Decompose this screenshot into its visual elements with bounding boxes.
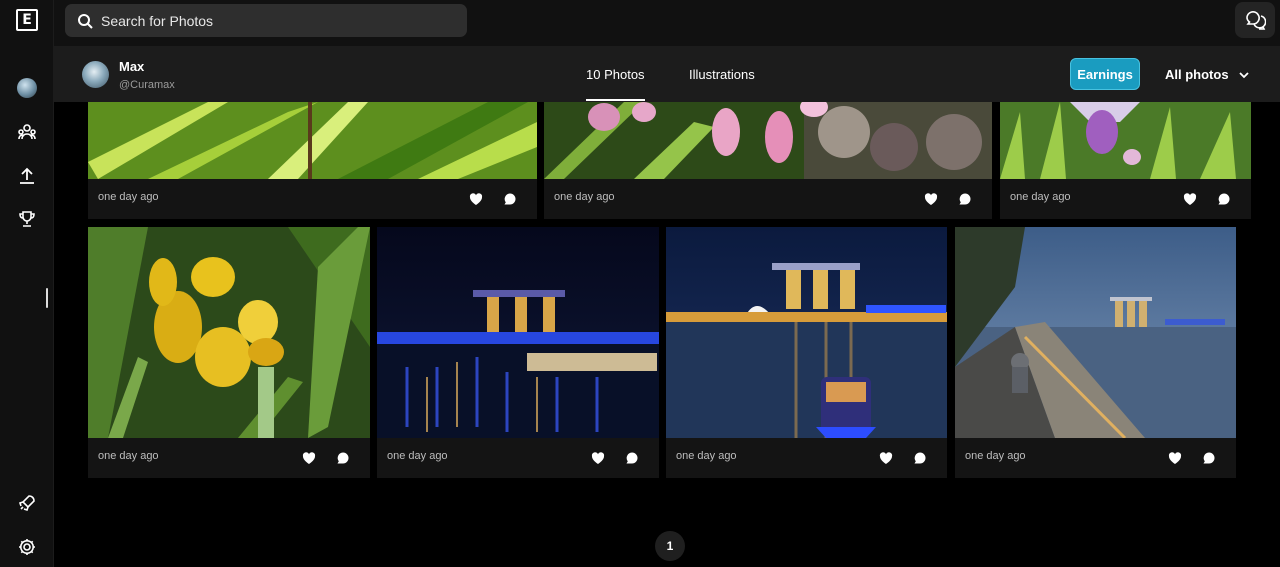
photo-card[interactable]: one day ago [544, 102, 992, 219]
comment-icon[interactable] [912, 450, 928, 466]
photo-image[interactable] [1000, 102, 1251, 179]
rocket-icon[interactable] [15, 491, 39, 515]
card-footer: one day ago [666, 438, 947, 478]
photo-image[interactable] [88, 102, 537, 179]
comment-icon[interactable] [335, 450, 351, 466]
photo-card[interactable]: one day ago [88, 102, 537, 219]
heart-icon[interactable] [878, 450, 894, 466]
upload-icon[interactable] [15, 164, 39, 188]
timestamp: one day ago [98, 450, 159, 462]
left-sidebar: E [0, 0, 54, 567]
photo-image[interactable] [955, 227, 1236, 438]
comment-icon[interactable] [624, 450, 640, 466]
profile-avatar[interactable] [82, 61, 109, 88]
filter-label: All photos [1165, 67, 1229, 82]
timestamp: one day ago [676, 450, 737, 462]
search-icon [78, 13, 93, 29]
card-footer: one day ago [1000, 179, 1251, 219]
messages-button[interactable] [1235, 2, 1275, 38]
heart-icon[interactable] [301, 450, 317, 466]
search-bar[interactable] [65, 4, 467, 37]
card-footer: one day ago [544, 179, 992, 219]
comment-icon[interactable] [1201, 450, 1217, 466]
profile-bar: Max @Curamax 10 Photos Illustrations Ear… [54, 46, 1280, 102]
photo-image[interactable] [88, 227, 370, 438]
heart-icon[interactable] [1182, 191, 1198, 207]
profile-name[interactable]: Max [119, 59, 144, 74]
tab-photos[interactable]: 10 Photos [586, 67, 645, 101]
all-photos-dropdown[interactable]: All photos [1165, 67, 1249, 82]
timestamp: one day ago [1010, 191, 1071, 203]
photo-card[interactable]: one day ago [377, 227, 659, 478]
tab-illustrations[interactable]: Illustrations [689, 67, 755, 82]
photo-card[interactable]: one day ago [1000, 102, 1251, 219]
page-number-button[interactable]: 1 [655, 531, 685, 561]
card-footer: one day ago [88, 179, 537, 219]
comment-icon[interactable] [502, 191, 518, 207]
trophy-icon[interactable] [15, 207, 39, 231]
photo-image[interactable] [377, 227, 659, 438]
chevron-down-icon [1238, 71, 1249, 78]
heart-icon[interactable] [1167, 450, 1183, 466]
card-footer: one day ago [88, 438, 370, 478]
photo-card[interactable]: one day ago [666, 227, 947, 478]
app-logo[interactable]: E [16, 9, 38, 31]
timestamp: one day ago [965, 450, 1026, 462]
card-footer: one day ago [955, 438, 1236, 478]
avatar[interactable] [17, 78, 37, 98]
timestamp: one day ago [387, 450, 448, 462]
sidebar-collapse-handle[interactable] [46, 288, 48, 308]
photo-image[interactable] [544, 102, 992, 179]
photo-image[interactable] [666, 227, 947, 438]
timestamp: one day ago [554, 191, 615, 203]
heart-icon[interactable] [923, 191, 939, 207]
search-input[interactable] [101, 12, 441, 29]
profile-handle: @Curamax [119, 79, 175, 91]
earnings-button[interactable]: Earnings [1070, 58, 1140, 90]
card-footer: one day ago [377, 438, 659, 478]
heart-icon[interactable] [590, 450, 606, 466]
photo-card[interactable]: one day ago [88, 227, 370, 478]
timestamp: one day ago [98, 191, 159, 203]
comment-icon[interactable] [1216, 191, 1232, 207]
comment-icon[interactable] [957, 191, 973, 207]
top-bar [54, 0, 1280, 46]
chat-icon [1246, 11, 1266, 30]
heart-icon[interactable] [468, 191, 484, 207]
community-icon[interactable] [15, 120, 39, 144]
settings-icon[interactable] [15, 535, 39, 559]
photo-card[interactable]: one day ago [955, 227, 1236, 478]
